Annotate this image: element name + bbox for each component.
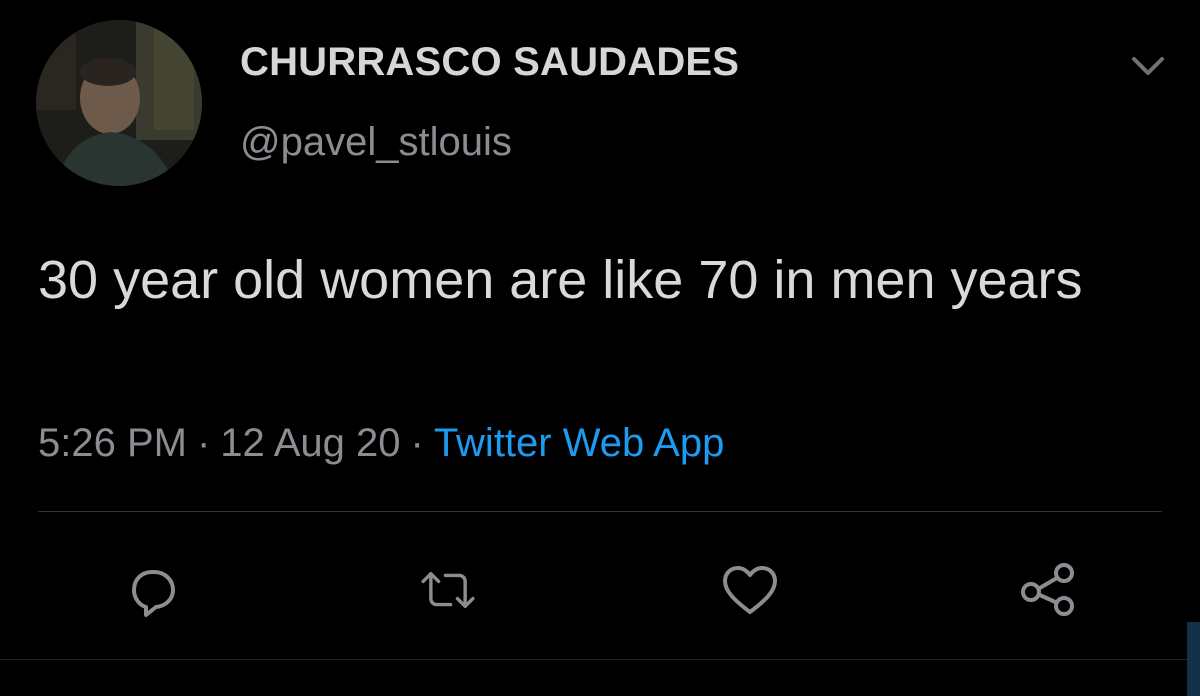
author-avatar[interactable] — [36, 20, 202, 186]
tweet-metadata: 5:26 PM · 12 Aug 20 · Twitter Web App — [38, 421, 724, 466]
share-button[interactable] — [1018, 560, 1078, 620]
retweet-button[interactable] — [418, 560, 478, 620]
author-display-name[interactable]: CHURRASCO SAUDADES — [240, 40, 739, 85]
scrollbar-thumb[interactable] — [1187, 622, 1200, 696]
divider — [0, 659, 1200, 660]
reply-button[interactable] — [120, 560, 180, 620]
tweet-source-link[interactable]: Twitter Web App — [434, 421, 725, 465]
tweet-text: 30 year old women are like 70 in men yea… — [38, 250, 1083, 310]
like-button[interactable] — [720, 560, 780, 620]
author-handle[interactable]: @pavel_stlouis — [240, 120, 512, 165]
retweet-icon — [421, 572, 475, 608]
heart-icon — [723, 566, 777, 614]
tweet-time[interactable]: 5:26 PM — [38, 421, 187, 465]
tweet-date[interactable]: 12 Aug 20 — [220, 421, 400, 465]
separator: · — [410, 421, 424, 465]
speech-bubble-icon — [132, 570, 175, 617]
tweet-detail: CHURRASCO SAUDADES @pavel_stlouis 30 yea… — [0, 0, 1200, 696]
share-icon — [1021, 563, 1074, 616]
chevron-down-icon[interactable] — [1128, 50, 1168, 82]
avatar-photo-icon — [36, 20, 202, 186]
separator: · — [196, 421, 211, 465]
divider — [38, 511, 1162, 512]
